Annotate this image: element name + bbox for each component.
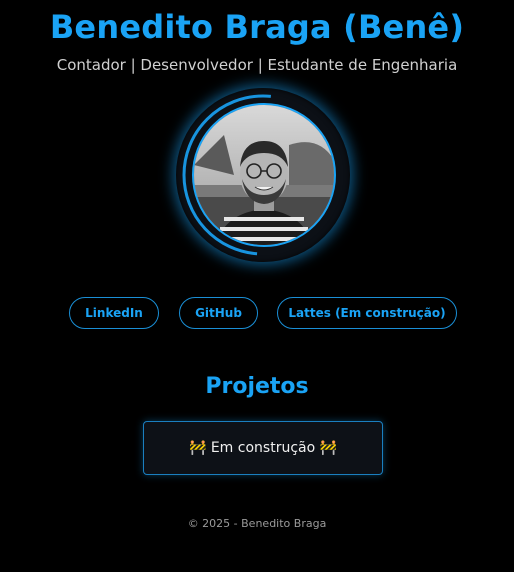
page-subtitle: Contador | Desenvolvedor | Estudante de …	[56, 56, 458, 74]
github-button[interactable]: GitHub	[179, 297, 258, 329]
projects-card: 🚧 Em construção 🚧	[143, 421, 383, 475]
projects-status: 🚧 Em construção 🚧	[188, 440, 338, 456]
avatar	[192, 103, 336, 247]
avatar-container	[176, 88, 350, 262]
linkedin-button[interactable]: LinkedIn	[69, 297, 159, 329]
projects-heading: Projetos	[205, 374, 309, 399]
profile-photo	[194, 105, 334, 245]
footer-copyright: © 2025 - Benedito Braga	[187, 517, 327, 530]
page-title: Benedito Braga (Benê)	[49, 8, 465, 46]
lattes-button[interactable]: Lattes (Em construção)	[277, 297, 457, 329]
social-links: LinkedIn GitHub Lattes (Em construção)	[0, 297, 514, 333]
